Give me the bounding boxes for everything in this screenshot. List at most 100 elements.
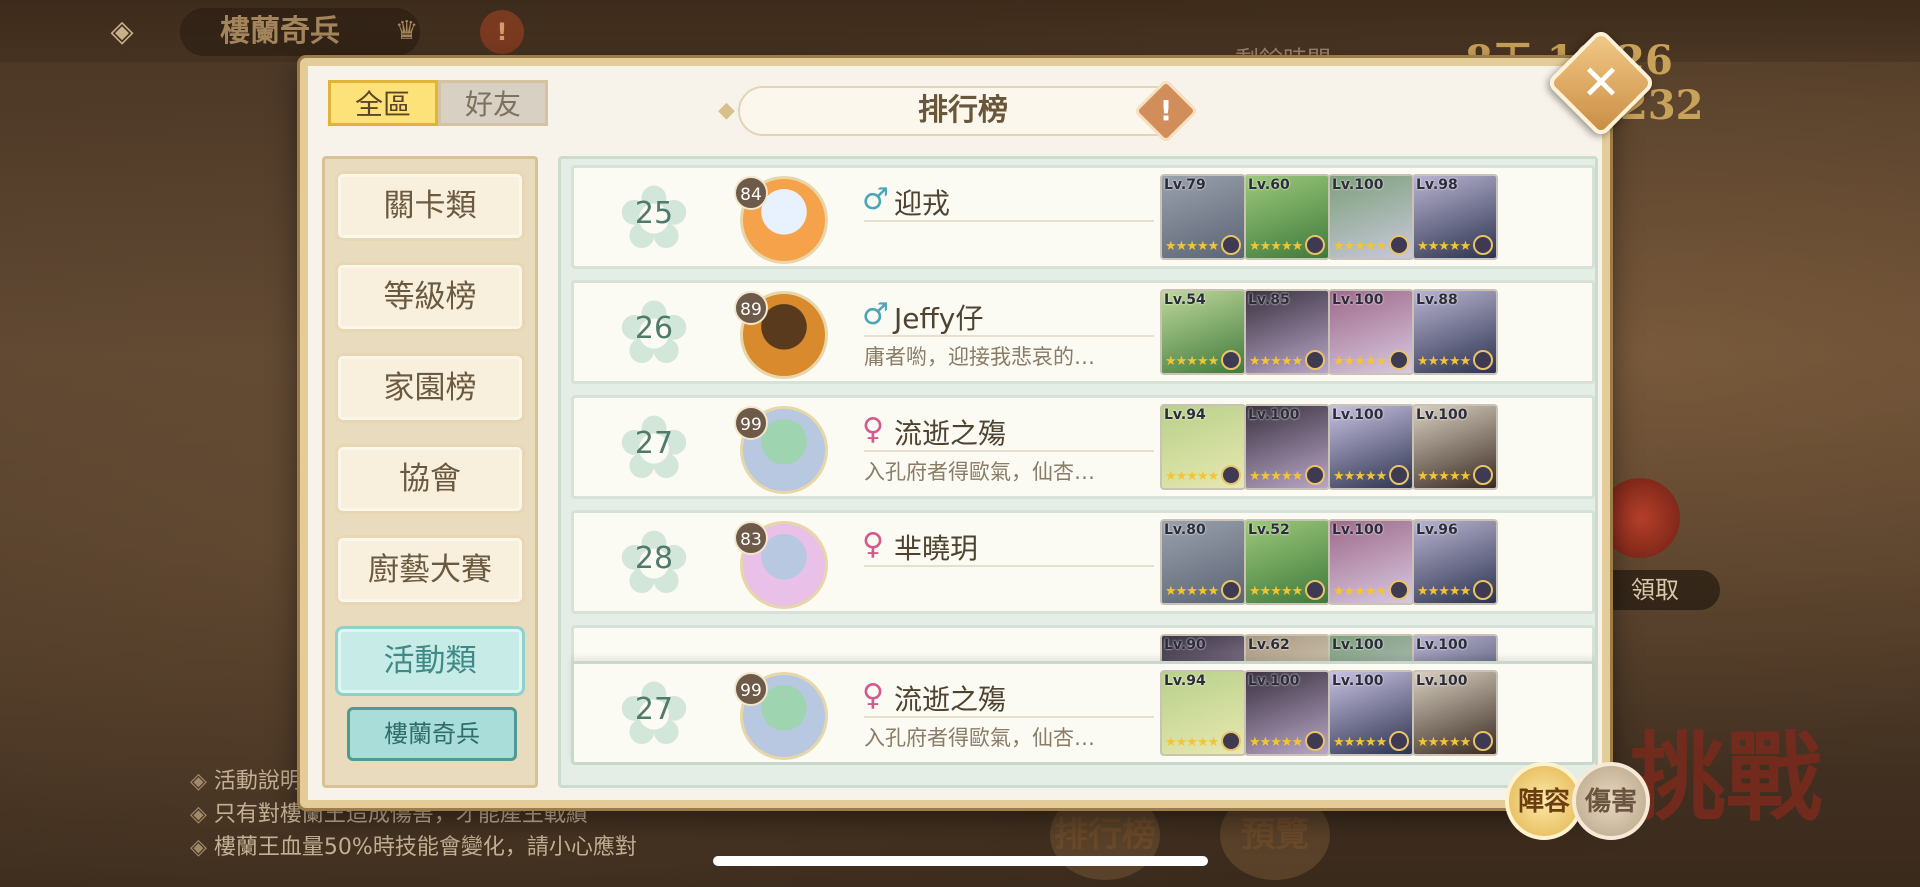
rank-number: 27 xyxy=(634,692,674,727)
my-rank-row[interactable]: ✿ 27 99 ♀ 流逝之殤 入孔府者得歐氣，仙杏… Lv.94 ★★★★★ Lv.100 ★★★… xyxy=(571,661,1595,765)
rank-number: 25 xyxy=(634,196,674,231)
element-badge-icon xyxy=(1221,350,1241,370)
crown-icon[interactable]: ♛ xyxy=(395,16,418,46)
star-rating-icon: ★★★★★ xyxy=(1333,584,1387,599)
hero-level: Lv.100 xyxy=(1332,637,1384,653)
hero-level: Lv.100 xyxy=(1416,673,1468,689)
element-badge-icon xyxy=(1473,235,1493,255)
hero-level: Lv.100 xyxy=(1416,407,1468,423)
element-badge-icon xyxy=(1473,465,1493,485)
ranking-dialog: 全區 好友 ◆✦ 排行榜 ! 關卡類 等級榜 家園榜 協會 廚藝大賽 活動類 樓… xyxy=(300,58,1610,808)
hero-card[interactable]: Lv.100 ★★★★★ xyxy=(1328,174,1414,260)
element-badge-icon xyxy=(1305,235,1325,255)
player-motto: 庸者喲，迎接我悲哀的… xyxy=(864,345,1095,369)
hero-level: Lv.94 xyxy=(1164,407,1206,423)
player-level-badge: 84 xyxy=(734,176,768,210)
hero-level: Lv.100 xyxy=(1332,673,1384,689)
tab-friends[interactable]: 好友 xyxy=(438,80,548,126)
hero-level: Lv.98 xyxy=(1416,177,1458,193)
element-badge-icon xyxy=(1305,350,1325,370)
hero-level: Lv.52 xyxy=(1248,522,1290,538)
chest-icon[interactable] xyxy=(1600,478,1680,558)
tab-all-server[interactable]: 全區 xyxy=(328,80,438,126)
hero-card[interactable]: Lv.94 ★★★★★ xyxy=(1160,404,1246,490)
rank-number: 28 xyxy=(634,541,674,576)
player-name: Jeffy仔 xyxy=(894,302,984,335)
hero-card[interactable]: Lv.85 ★★★★★ xyxy=(1244,289,1330,375)
damage-button[interactable]: 傷害 xyxy=(1572,762,1650,840)
hero-level: Lv.90 xyxy=(1164,637,1206,653)
element-badge-icon xyxy=(1305,731,1325,751)
category-cooking[interactable]: 廚藝大賽 xyxy=(335,535,525,605)
star-rating-icon: ★★★★★ xyxy=(1417,354,1471,369)
category-level[interactable]: 等級榜 xyxy=(335,262,525,332)
star-rating-icon: ★★★★★ xyxy=(1165,735,1219,750)
star-rating-icon: ★★★★★ xyxy=(1333,239,1387,254)
rank-row[interactable]: ✿ 26 89 ♂ Jeffy仔 庸者喲，迎接我悲哀的… Lv.54 ★★★★★ Lv.85 ★★… xyxy=(571,280,1595,384)
hero-level: Lv.54 xyxy=(1164,292,1206,308)
hero-level: Lv.80 xyxy=(1164,522,1206,538)
star-rating-icon: ★★★★★ xyxy=(1249,239,1303,254)
male-icon: ♂ xyxy=(862,297,889,332)
element-badge-icon xyxy=(1389,580,1409,600)
home-indicator[interactable] xyxy=(713,856,1208,866)
category-guild[interactable]: 協會 xyxy=(335,444,525,514)
category-home[interactable]: 家園榜 xyxy=(335,353,525,423)
hero-level: Lv.100 xyxy=(1332,292,1384,308)
warning-icon[interactable]: ! xyxy=(480,10,524,54)
player-name: 迎戎 xyxy=(894,187,951,220)
hero-card[interactable]: Lv.100 ★★★★★ xyxy=(1328,289,1414,375)
star-rating-icon: ★★★★★ xyxy=(1417,584,1471,599)
hero-card[interactable]: Lv.100 ★★★★★ xyxy=(1412,404,1498,490)
category-event[interactable]: 活動類 xyxy=(335,626,525,696)
hero-card[interactable]: Lv.80 ★★★★★ xyxy=(1160,519,1246,605)
hero-card[interactable]: Lv.94 ★★★★★ xyxy=(1160,670,1246,756)
player-level-badge: 99 xyxy=(734,672,768,706)
hero-card[interactable]: Lv.100 ★★★★★ xyxy=(1244,404,1330,490)
element-badge-icon xyxy=(1305,580,1325,600)
rank-row[interactable]: ✿ 25 84 ♂ 迎戎 Lv.79 ★★★★★ Lv.60 ★★★★★ Lv.100 ★★★★★ L… xyxy=(571,165,1595,269)
hero-card[interactable]: Lv.79 ★★★★★ xyxy=(1160,174,1246,260)
hero-card[interactable]: Lv.100 ★★★★★ xyxy=(1412,670,1498,756)
hero-card[interactable]: Lv.52 ★★★★★ xyxy=(1244,519,1330,605)
hero-level: Lv.79 xyxy=(1164,177,1206,193)
rank-row[interactable]: ✿ 27 99 ♀ 流逝之殤 入孔府者得歐氣，仙杏… Lv.94 ★★★★★ Lv.100 ★★★… xyxy=(571,395,1595,499)
category-stage[interactable]: 關卡類 xyxy=(335,171,525,241)
hero-card[interactable]: Lv.100 ★★★★★ xyxy=(1328,404,1414,490)
hero-card[interactable]: Lv.100 ★★★★★ xyxy=(1328,519,1414,605)
element-badge-icon xyxy=(1221,235,1241,255)
scope-tabs: 全區 好友 xyxy=(328,80,548,126)
male-icon: ♂ xyxy=(862,182,889,217)
star-rating-icon: ★★★★★ xyxy=(1165,354,1219,369)
ranking-list[interactable]: ✿ 25 84 ♂ 迎戎 Lv.79 ★★★★★ Lv.60 ★★★★★ Lv.100 ★★★★★ L… xyxy=(558,156,1598,788)
challenge-button[interactable]: 挑戰 xyxy=(1630,700,1822,839)
back-arrow-icon[interactable]: ◈ xyxy=(100,12,144,52)
hero-card[interactable]: Lv.60 ★★★★★ xyxy=(1244,174,1330,260)
divider xyxy=(864,716,1154,718)
star-rating-icon: ★★★★★ xyxy=(1165,584,1219,599)
hero-card[interactable]: Lv.100 ★★★★★ xyxy=(1328,670,1414,756)
hero-level: Lv.94 xyxy=(1164,673,1206,689)
hero-level: Lv.100 xyxy=(1332,177,1384,193)
star-rating-icon: ★★★★★ xyxy=(1333,735,1387,750)
hero-card[interactable]: Lv.96 ★★★★★ xyxy=(1412,519,1498,605)
hero-level: Lv.62 xyxy=(1248,637,1290,653)
hero-card[interactable]: Lv.88 ★★★★★ xyxy=(1412,289,1498,375)
subcategory-loulan[interactable]: 樓蘭奇兵 xyxy=(347,707,517,761)
element-badge-icon xyxy=(1473,580,1493,600)
hero-card[interactable]: Lv.98 ★★★★★ xyxy=(1412,174,1498,260)
star-rating-icon: ★★★★★ xyxy=(1249,735,1303,750)
player-level-badge: 99 xyxy=(734,406,768,440)
divider xyxy=(864,335,1154,337)
hero-level: Lv.100 xyxy=(1248,673,1300,689)
hero-card[interactable]: Lv.100 ★★★★★ xyxy=(1244,670,1330,756)
element-badge-icon xyxy=(1389,465,1409,485)
star-rating-icon: ★★★★★ xyxy=(1249,354,1303,369)
element-badge-icon xyxy=(1473,350,1493,370)
player-level-badge: 83 xyxy=(734,521,768,555)
hero-card[interactable]: Lv.54 ★★★★★ xyxy=(1160,289,1246,375)
rank-row[interactable]: ✿ 28 83 ♀ 芈曉玥 Lv.80 ★★★★★ Lv.52 ★★★★★ Lv.100 ★★★★★… xyxy=(571,510,1595,614)
rank-number: 27 xyxy=(634,426,674,461)
star-rating-icon: ★★★★★ xyxy=(1249,469,1303,484)
female-icon: ♀ xyxy=(862,678,884,713)
